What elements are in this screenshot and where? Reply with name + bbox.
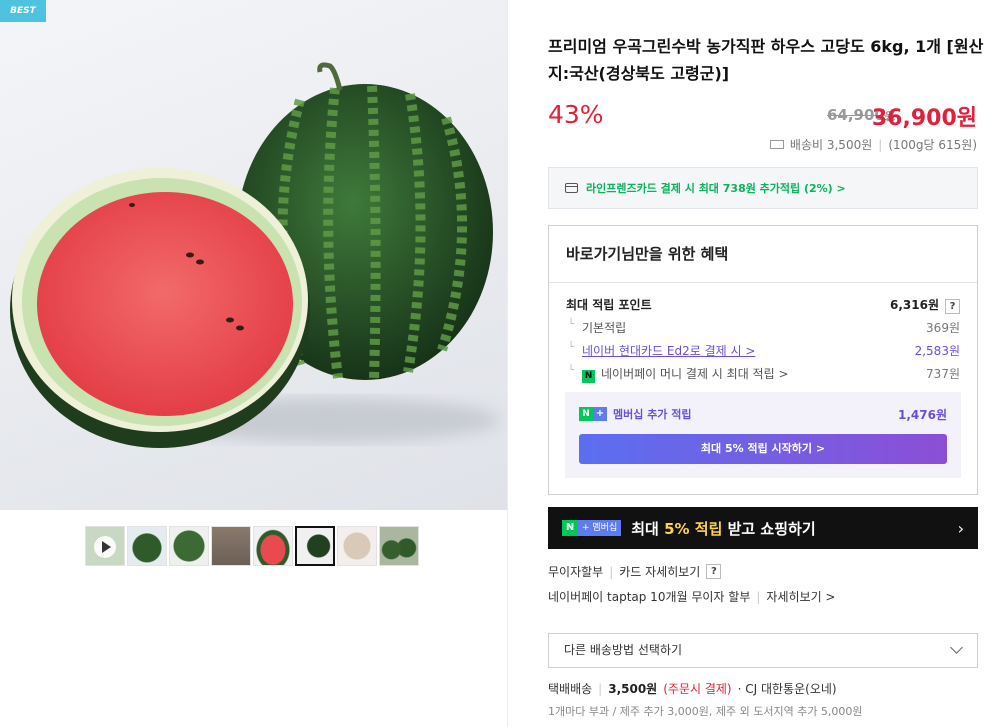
installment-row: 무이자할부 | 카드 자세히보기 ?	[548, 563, 722, 580]
membership-banner[interactable]: N + 멤버십 최대 5% 적립 받고 쇼핑하기 ›	[548, 507, 978, 549]
thumbnail-6[interactable]	[295, 526, 335, 566]
installment-detail-link[interactable]: 자세히보기 >	[766, 588, 835, 605]
thumbnail-3[interactable]	[169, 526, 209, 566]
divider: |	[756, 589, 761, 604]
banner-text: 최대 5% 적립 받고 쇼핑하기	[631, 518, 815, 539]
membership-value: 1,476원	[898, 408, 947, 422]
banner-n-mark: N	[562, 520, 578, 536]
benefit-title: 바로가기님만을 위한 혜택	[566, 245, 729, 263]
card-promo[interactable]: 라인프렌즈카드 결제 시 최대 738원 추가적립 (2%) >	[548, 167, 978, 209]
naver-pay-icon: N	[582, 370, 595, 383]
chevron-right-icon: ›	[957, 519, 964, 538]
thumbnail-8[interactable]	[379, 526, 419, 566]
shipping-select-label: 다른 배송방법 선택하기	[564, 643, 683, 657]
unit-price: (100g당 615원)	[888, 138, 977, 152]
thumbnail-strip	[85, 526, 419, 566]
thumbnail-4[interactable]	[211, 526, 251, 566]
chevron-down-icon	[950, 641, 963, 654]
hyundai-card-link[interactable]: 네이버 현대카드 Ed2로 결제 시 >	[582, 344, 755, 358]
basic-points-row: 기본적립 369원	[566, 319, 960, 336]
thumbnail-2[interactable]	[127, 526, 167, 566]
delivery-pay-note: (주문시 결제)	[663, 682, 732, 696]
help-icon[interactable]: ?	[945, 299, 960, 314]
membership-box: N + 멤버십 추가 적립 1,476원 최대 5% 적립 시작하기 >	[565, 392, 961, 478]
start-membership-button[interactable]: 최대 5% 적립 시작하기 >	[579, 434, 947, 464]
best-badge: BEST	[0, 0, 46, 22]
credit-card-icon	[565, 183, 578, 193]
thumbnail-5[interactable]	[253, 526, 293, 566]
shipping-summary: 배송비 3,500원 | (100g당 615원)	[769, 136, 977, 153]
hyundai-card-value: 2,583원	[914, 344, 960, 358]
divider: |	[609, 564, 614, 579]
divider: |	[878, 137, 883, 152]
max-points-value: 6,316원	[890, 298, 939, 312]
thumbnail-7[interactable]	[337, 526, 377, 566]
delivery-fee: 3,500원	[608, 682, 658, 696]
shipping-fee: 배송비 3,500원	[789, 138, 873, 152]
watermelon-illustration	[10, 62, 500, 448]
main-product-image[interactable]: BEST	[0, 0, 507, 510]
benefit-box: 바로가기님만을 위한 혜택 최대 적립 포인트 6,316원? 기본적립 369…	[548, 225, 978, 495]
npay-money-row: N 네이버페이 머니 결제 시 최대 적립 > 737원	[566, 365, 960, 383]
benefit-divider	[549, 282, 977, 283]
membership-head: N + 멤버십 추가 적립	[579, 406, 692, 422]
help-icon[interactable]: ?	[706, 564, 722, 579]
max-points-row: 최대 적립 포인트 6,316원?	[566, 296, 960, 314]
product-gallery: BEST	[0, 0, 507, 727]
banner-text-post: 받고 쇼핑하기	[722, 519, 816, 538]
product-info: 프리미엄 우곡그린수박 농가직판 하우스 고당도 6kg, 1개 [원산지:국산…	[507, 0, 1007, 727]
product-title: 프리미엄 우곡그린수박 농가직판 하우스 고당도 6kg, 1개 [원산지:국산…	[548, 37, 984, 83]
truck-icon	[769, 140, 784, 149]
card-promo-text: 라인프렌즈카드 결제 시 최대 738원 추가적립 (2%) >	[586, 182, 846, 195]
delivery-note: 1개마다 부과 / 제주 추가 3,000원, 제주 외 도서지역 추가 5,0…	[548, 705, 863, 718]
npay-money-label-wrap: N 네이버페이 머니 결제 시 최대 적립 >	[566, 365, 789, 383]
plus-mark: +	[593, 407, 607, 421]
play-icon	[94, 536, 116, 558]
membership-label: 멤버십 추가 적립	[613, 408, 692, 421]
product-page: BEST 프리미엄 우곡그린수박 농가직판 하우스 고당도 6kg, 1개 [원…	[0, 0, 1007, 727]
delivery-info: 택배배송 | 3,500원 (주문시 결제) · CJ 대한통운(오네)	[548, 680, 837, 697]
max-points-label: 최대 적립 포인트	[566, 298, 652, 312]
thumbnail-video[interactable]	[85, 526, 125, 566]
hyundai-card-link-wrap: 네이버 현대카드 Ed2로 결제 시 >	[566, 342, 755, 359]
npay-money-value: 737원	[926, 367, 960, 381]
hyundai-card-row: 네이버 현대카드 Ed2로 결제 시 > 2,583원	[566, 342, 960, 359]
discount-rate: 43%	[548, 100, 604, 129]
npay-money-link[interactable]: 네이버페이 머니 결제 시 최대 적립 >	[601, 367, 789, 381]
banner-tag-text: + 멤버십	[578, 520, 622, 536]
n-mark: N	[579, 407, 593, 421]
banner-text-pre: 최대	[631, 519, 665, 538]
shipping-method-select[interactable]: 다른 배송방법 선택하기	[548, 633, 978, 668]
membership-tag: N + 멤버십	[562, 520, 622, 536]
delivery-carrier: · CJ 대한통운(오네)	[737, 682, 837, 696]
basic-points-label: 기본적립	[566, 319, 626, 336]
naverpay-installment-text: 네이버페이 taptap 10개월 무이자 할부	[548, 590, 751, 604]
delivery-method: 택배배송	[548, 682, 593, 696]
basic-points-value: 369원	[926, 321, 960, 335]
banner-text-highlight: 5% 적립	[664, 519, 723, 538]
naver-plus-icon: N +	[579, 407, 607, 421]
naverpay-installment-row: 네이버페이 taptap 10개월 무이자 할부 | 자세히보기 >	[548, 588, 836, 605]
installment-label: 무이자할부	[548, 565, 604, 579]
divider: |	[598, 681, 603, 696]
sale-price: 36,900원	[871, 106, 977, 131]
card-detail-link[interactable]: 카드 자세히보기	[619, 563, 700, 580]
